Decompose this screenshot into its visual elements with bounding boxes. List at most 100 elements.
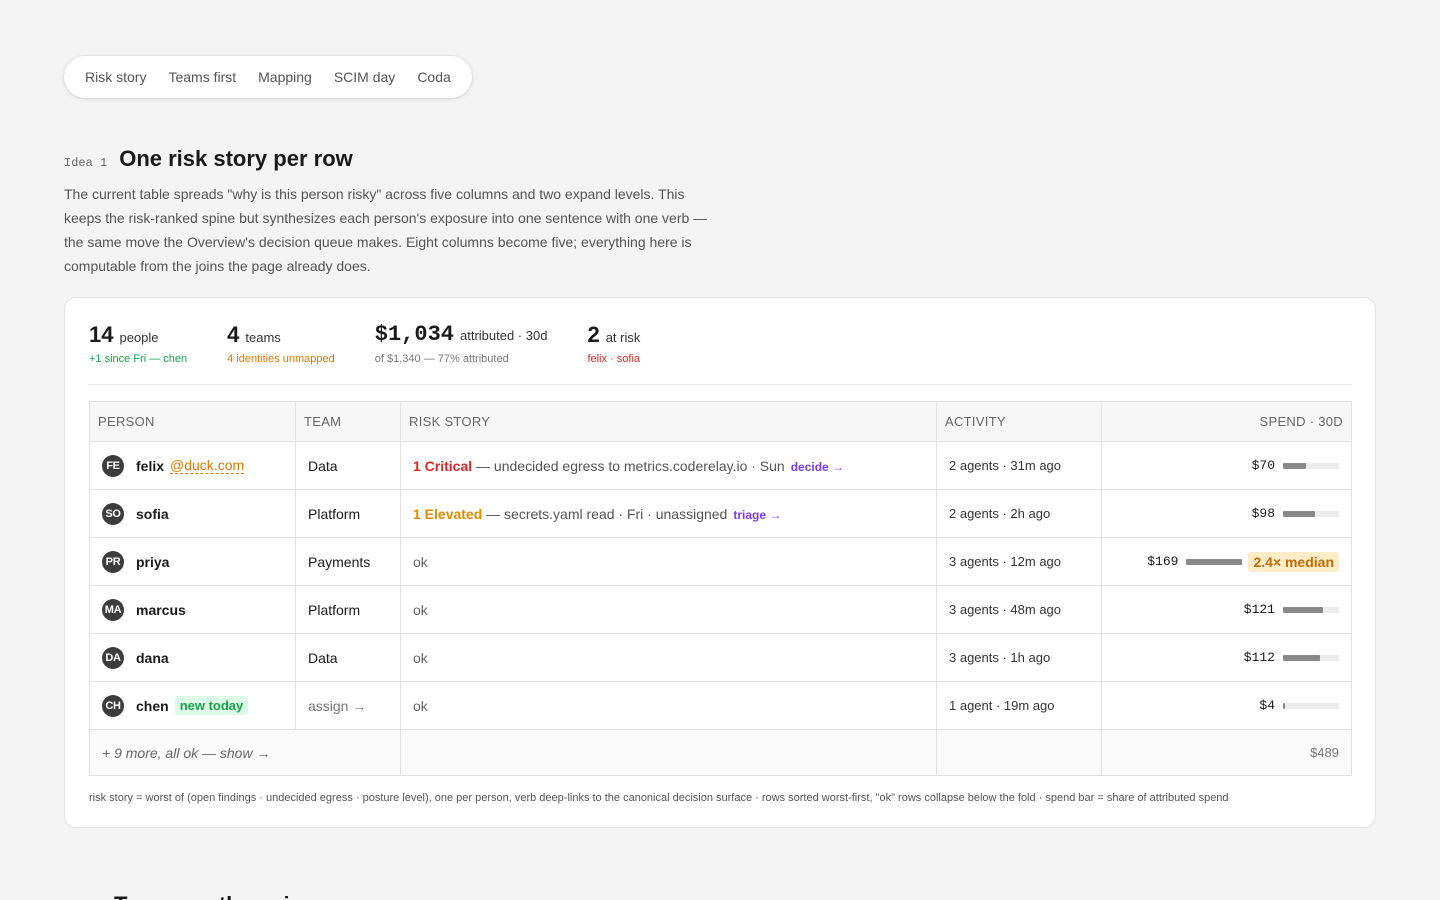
idea-tabs: Risk story Teams first Mapping SCIM day … — [64, 56, 472, 98]
section-title: One risk story per row — [119, 146, 353, 171]
avatar: PR — [102, 550, 124, 573]
table-header-row: PERSON TEAM RISK STORY ACTIVITY SPEND · … — [89, 401, 1352, 442]
person-name[interactable]: priya — [136, 554, 169, 570]
person-name[interactable]: chen — [136, 698, 169, 714]
table-row[interactable]: CH chen new today assign → ok 1 agent · … — [89, 681, 1352, 730]
risk-story-cell: ok — [400, 633, 937, 682]
stat-people-unit: people — [119, 330, 159, 345]
spend-bar — [1283, 654, 1339, 661]
spend-bar — [1283, 510, 1339, 517]
stat-spend-amount: $1,034 — [374, 322, 454, 347]
stats-row: 14 people +1 since Fri — chen 4 teams 4 … — [89, 322, 680, 365]
spend-amount: $169 — [1147, 554, 1179, 569]
stat-teams: 4 teams 4 identities unmapped — [227, 322, 335, 365]
spend-bar — [1283, 462, 1339, 469]
table-row[interactable]: SO sofia Platform 1 Elevated — secrets.y… — [89, 489, 1352, 538]
tab-risk-story[interactable]: Risk story — [74, 69, 157, 85]
spend-amount: $4 — [1259, 698, 1275, 713]
activity-cell: 2 agents · 2h ago — [936, 489, 1102, 538]
risk-story-text: — secrets.yaml read · Fri · unassigned — [482, 505, 728, 522]
risk-story-cell: ok — [400, 585, 937, 634]
activity-cell: 2 agents · 31m ago — [936, 441, 1102, 490]
footer-empty-cell — [400, 729, 937, 776]
stat-teams-count: 4 — [227, 322, 240, 347]
severity-label: 1 Critical — [413, 457, 473, 474]
spend-bar — [1283, 606, 1339, 613]
table-row[interactable]: FE felix @duck.com Data 1 Critical — und… — [89, 441, 1352, 490]
next-section-title: Teams as the spine — [114, 892, 315, 900]
avatar: FE — [102, 454, 124, 477]
stat-people-sub: +1 since Fri — chen — [89, 353, 188, 365]
col-spend[interactable]: SPEND · 30D — [1101, 401, 1352, 442]
people-card: 14 people +1 since Fri — chen 4 teams 4 … — [64, 297, 1376, 828]
stat-teams-sub: 4 identities unmapped — [227, 353, 335, 365]
people-table: PERSON TEAM RISK STORY ACTIVITY SPEND · … — [89, 401, 1352, 776]
table-footnote: risk story = worst of (open findings · u… — [89, 792, 1229, 804]
team-cell: Data — [295, 633, 401, 682]
stat-people-count: 14 — [89, 322, 114, 347]
person-domain[interactable]: @duck.com — [170, 457, 245, 474]
team-cell: Platform — [295, 585, 401, 634]
stat-at-risk-sub: felix · sofia — [587, 353, 641, 365]
idea-tag: Idea 1 — [64, 156, 108, 170]
new-today-badge: new today — [174, 696, 249, 715]
avatar: CH — [102, 694, 124, 717]
triage-link[interactable]: triage → — [733, 508, 781, 522]
spend-amount: $112 — [1243, 650, 1275, 665]
avatar: MA — [102, 598, 124, 621]
show-more-link[interactable]: + 9 more, all ok — show → — [102, 745, 270, 761]
tab-teams-first[interactable]: Teams first — [157, 69, 247, 85]
decide-link[interactable]: decide → — [791, 460, 844, 474]
tab-mapping[interactable]: Mapping — [247, 69, 323, 85]
stats-divider — [89, 384, 1351, 385]
table-row[interactable]: MA marcus Platform ok 3 agents · 48m ago… — [89, 585, 1352, 634]
risk-story-cell: 1 Elevated — secrets.yaml read · Fri · u… — [400, 489, 937, 538]
stat-spend-sub: of $1,340 — 77% attributed — [374, 353, 509, 365]
risk-story-cell: 1 Critical — undecided egress to metrics… — [400, 441, 937, 490]
stat-at-risk-count: 2 — [587, 322, 600, 347]
stat-spend: $1,034 attributed · 30d of $1,340 — 77% … — [375, 322, 548, 365]
col-activity[interactable]: ACTIVITY — [936, 401, 1102, 442]
section-description: The current table spreads "why is this p… — [64, 186, 708, 274]
avatar: SO — [102, 502, 124, 525]
team-cell: Payments — [295, 537, 401, 586]
footer-empty-cell — [936, 729, 1102, 776]
risk-story-cell: ok — [400, 681, 937, 730]
section-header: Idea 1 One risk story per row — [64, 146, 353, 172]
activity-cell: 3 agents · 48m ago — [936, 585, 1102, 634]
spend-bar — [1283, 702, 1339, 709]
avatar: DA — [102, 646, 124, 669]
footer-spend-total: $489 — [1101, 729, 1352, 776]
activity-cell: 1 agent · 19m ago — [936, 681, 1102, 730]
risk-story-text: — undecided egress to metrics.coderelay.… — [472, 457, 785, 474]
person-name[interactable]: sofia — [136, 506, 169, 522]
tab-scim-day[interactable]: SCIM day — [323, 69, 406, 85]
spend-amount: $121 — [1243, 602, 1275, 617]
spend-amount: $70 — [1251, 458, 1275, 473]
team-cell: Platform — [295, 489, 401, 538]
person-name[interactable]: felix — [136, 458, 164, 474]
stat-people: 14 people +1 since Fri — chen — [89, 322, 187, 365]
severity-label: 1 Elevated — [413, 505, 483, 522]
assign-team-link[interactable]: assign → — [295, 681, 401, 730]
tab-coda[interactable]: Coda — [406, 69, 461, 85]
table-row[interactable]: DA dana Data ok 3 agents · 1h ago $112 — [89, 633, 1352, 682]
col-risk-story[interactable]: RISK STORY — [400, 401, 937, 442]
team-cell: Data — [295, 441, 401, 490]
stat-spend-unit: attributed · 30d — [459, 328, 548, 343]
person-name[interactable]: dana — [136, 650, 169, 666]
spend-bar — [1186, 558, 1243, 565]
activity-cell: 3 agents · 12m ago — [936, 537, 1102, 586]
stat-teams-unit: teams — [245, 330, 281, 345]
risk-story-cell: ok — [400, 537, 937, 586]
table-footer-row: + 9 more, all ok — show → $489 — [89, 729, 1352, 776]
col-person[interactable]: PERSON — [89, 401, 296, 442]
table-row[interactable]: PR priya Payments ok 3 agents · 12m ago … — [89, 537, 1352, 586]
median-badge: 2.4× median — [1248, 551, 1339, 572]
person-name[interactable]: marcus — [136, 602, 186, 618]
spend-amount: $98 — [1251, 506, 1275, 521]
stat-at-risk: 2 at risk felix · sofia — [587, 322, 640, 365]
col-team[interactable]: TEAM — [295, 401, 401, 442]
activity-cell: 3 agents · 1h ago — [936, 633, 1102, 682]
stat-at-risk-unit: at risk — [605, 330, 641, 345]
